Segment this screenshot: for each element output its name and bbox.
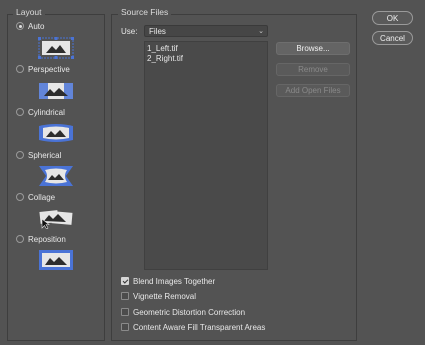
blend-images-label: Blend Images Together (133, 276, 216, 286)
cylindrical-layout-icon[interactable] (38, 122, 74, 144)
spherical-layout-icon[interactable] (38, 165, 74, 187)
content-aware-fill-label: Content Aware Fill Transparent Areas (133, 322, 266, 332)
ok-button[interactable]: OK (372, 11, 413, 25)
collage-radio[interactable] (16, 193, 24, 201)
chevron-down-icon: ⌄ (258, 28, 264, 35)
perspective-layout-icon[interactable] (38, 80, 74, 102)
layout-option-auto[interactable]: Auto (16, 20, 44, 32)
source-files-title: Source Files (118, 7, 172, 17)
layout-option-cylindrical[interactable]: Cylindrical (16, 106, 65, 118)
blend-images-checkbox[interactable] (121, 277, 129, 285)
browse-button[interactable]: Browse... (276, 42, 350, 55)
vignette-removal-option[interactable]: Vignette Removal (121, 290, 196, 302)
reposition-radio[interactable] (16, 235, 24, 243)
auto-layout-icon[interactable] (38, 37, 74, 59)
use-label: Use: (121, 27, 138, 36)
file-item[interactable]: 1_Left.tif (147, 44, 178, 53)
layout-option-perspective[interactable]: Perspective (16, 63, 70, 75)
cylindrical-label: Cylindrical (28, 107, 65, 117)
reposition-layout-icon[interactable] (38, 249, 74, 271)
spherical-label: Spherical (28, 150, 62, 160)
geometric-distortion-checkbox[interactable] (121, 308, 129, 316)
geometric-distortion-label: Geometric Distortion Correction (133, 307, 246, 317)
collage-layout-icon[interactable] (38, 207, 74, 229)
perspective-radio[interactable] (16, 65, 24, 73)
perspective-label: Perspective (28, 64, 70, 74)
auto-radio[interactable] (16, 22, 24, 30)
reposition-label: Reposition (28, 234, 66, 244)
layout-title: Layout (13, 7, 45, 17)
vignette-removal-label: Vignette Removal (133, 291, 196, 301)
file-list[interactable]: 1_Left.tif 2_Right.tif (144, 41, 268, 270)
collage-label: Collage (28, 192, 56, 202)
file-item[interactable]: 2_Right.tif (147, 54, 183, 63)
vignette-removal-checkbox[interactable] (121, 292, 129, 300)
cancel-button[interactable]: Cancel (372, 31, 413, 45)
use-select[interactable]: Files ⌄ (144, 25, 268, 37)
geometric-distortion-option[interactable]: Geometric Distortion Correction (121, 306, 245, 318)
add-open-files-button[interactable]: Add Open Files (276, 84, 350, 97)
blend-images-option[interactable]: Blend Images Together (121, 275, 215, 287)
remove-button[interactable]: Remove (276, 63, 350, 76)
layout-option-collage[interactable]: Collage (16, 191, 55, 203)
content-aware-fill-option[interactable]: Content Aware Fill Transparent Areas (121, 321, 265, 333)
use-select-value: Files (149, 26, 166, 36)
spherical-radio[interactable] (16, 151, 24, 159)
content-aware-fill-checkbox[interactable] (121, 323, 129, 331)
cylindrical-radio[interactable] (16, 108, 24, 116)
layout-option-reposition[interactable]: Reposition (16, 233, 66, 245)
auto-label: Auto (28, 21, 45, 31)
layout-option-spherical[interactable]: Spherical (16, 149, 61, 161)
